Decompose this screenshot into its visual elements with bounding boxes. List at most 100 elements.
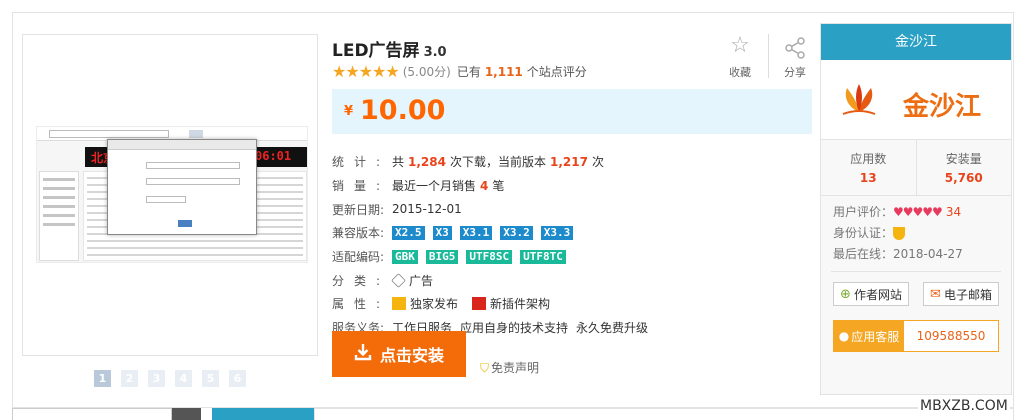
updated-date: 2015-12-01 — [392, 202, 462, 217]
support-label: 应用客服 — [851, 329, 900, 344]
info-row-attributes: 属性: 独家发布 新插件架构 — [332, 292, 648, 316]
rating-prefix: 已有 — [456, 65, 481, 79]
stats-label: 统计: — [332, 155, 391, 170]
verified-shield-icon — [893, 227, 906, 240]
email-label: 电子邮箱 — [943, 287, 992, 302]
stats-prefix: 共 — [392, 155, 405, 170]
category-link[interactable]: 广告 — [409, 272, 433, 289]
developer-name[interactable]: 金沙江 — [821, 24, 1011, 60]
encoding-tag[interactable]: GBK — [392, 249, 418, 264]
attribute-new-architecture: 新插件架构 — [490, 297, 551, 312]
user-rating-count: 34 — [945, 205, 962, 219]
encoding-tag[interactable]: BIG5 — [425, 249, 459, 264]
gallery-thumbnail[interactable]: 6 — [229, 370, 246, 387]
screenshot-dialog — [107, 139, 257, 235]
installs-stat: 安装量 5,760 — [915, 140, 1012, 195]
stats-middle: 次下载，当前版本 — [449, 155, 546, 170]
developer-links: ⊕ 作者网站 ✉ 电子邮箱 — [821, 272, 1011, 314]
install-label: 点击安装 — [379, 346, 444, 365]
gallery-thumbnail[interactable]: 5 — [202, 370, 219, 387]
rating-score: (5.00分) — [402, 65, 451, 79]
author-website-button[interactable]: ⊕ 作者网站 — [833, 282, 909, 306]
mail-icon: ✉ — [930, 286, 941, 302]
rating-suffix: 个站点评分 — [526, 65, 587, 79]
app-info-list: 统计: 共 1,284 次下载，当前版本 1,217 次 销量: 最近一个月销售… — [332, 150, 648, 340]
developer-logo[interactable]: 金沙江 — [821, 60, 1011, 140]
rating-count: 1,111 — [484, 64, 523, 79]
rating-row: ★★★★★ (5.00分) 已有 1,111 个站点评分 — [332, 62, 587, 81]
stats-suffix: 次 — [591, 155, 604, 170]
download-count: 1,284 — [408, 154, 446, 169]
tag-icon — [391, 272, 406, 288]
price-box: ¥ 10.00 — [332, 89, 812, 134]
sales-suffix: 笔 — [492, 179, 505, 194]
sales-prefix: 最近一个月销售 — [392, 179, 477, 194]
star-outline-icon: ☆ — [730, 33, 750, 58]
favorite-button[interactable]: ☆ 收藏 — [720, 32, 760, 80]
disclaimer-label: 免责声明 — [491, 361, 540, 375]
bottom-search-button[interactable] — [172, 408, 201, 420]
gallery-thumbnail[interactable]: 1 — [94, 370, 111, 387]
app-version: 3.0 — [423, 45, 447, 60]
sales-label: 销量: — [332, 179, 391, 194]
gallery-thumbnail[interactable]: 4 — [175, 370, 192, 387]
attributes-label: 属性: — [332, 297, 391, 312]
verify-row: 身份认证： — [833, 223, 999, 244]
gallery-thumbnail[interactable]: 3 — [148, 370, 165, 387]
encoding-tag[interactable]: UTF8TC — [520, 249, 566, 264]
app-support[interactable]: ● 应用客服 109588550 — [833, 320, 999, 352]
app-screenshot[interactable]: 北京 06:01 — [36, 126, 308, 263]
shield-icon: ⛉ — [480, 361, 490, 375]
user-rating-label: 用户评价： — [833, 205, 894, 219]
last-online-date: 2018-04-27 — [893, 247, 963, 261]
lotus-logo-icon — [842, 84, 876, 115]
developer-logo-text: 金沙江 — [903, 92, 982, 122]
compat-tag[interactable]: X3.3 — [540, 225, 574, 240]
bottom-search-input[interactable] — [12, 408, 172, 420]
screenshot-searchbox — [49, 130, 169, 138]
compat-tag[interactable]: X3.2 — [500, 225, 533, 240]
info-row-stats: 统计: 共 1,284 次下载，当前版本 1,217 次 — [332, 150, 648, 174]
compat-tag[interactable]: X2.5 — [392, 225, 425, 240]
installs-label: 安装量 — [945, 152, 982, 166]
compat-label: 兼容版本: — [332, 226, 385, 241]
heart-rating-icon: ♥♥♥♥♥ — [893, 205, 943, 219]
gallery-thumbnail[interactable]: 2 — [121, 370, 138, 387]
installs-count: 5,760 — [944, 171, 983, 185]
bottom-nav-strip — [12, 408, 1014, 420]
share-label: 分享 — [784, 66, 806, 79]
apps-label: 应用数 — [850, 152, 887, 166]
favorite-label: 收藏 — [729, 66, 751, 79]
support-label-box: ● 应用客服 — [834, 321, 904, 351]
developer-stats: 应用数 13 安装量 5,760 — [821, 140, 1011, 196]
price-amount: 10.00 — [360, 95, 446, 126]
install-button[interactable]: 点击安装 — [332, 331, 466, 377]
bottom-tab-active[interactable] — [212, 408, 314, 420]
screenshot-gallery[interactable]: 北京 06:01 — [22, 34, 318, 356]
author-website-label: 作者网站 — [853, 287, 902, 302]
user-rating-row: 用户评价：♥♥♥♥♥ 34 — [833, 202, 999, 223]
email-button[interactable]: ✉ 电子邮箱 — [923, 282, 999, 306]
info-row-compat: 兼容版本: X2.5 X3 X3.1 X3.2 X3.3 — [332, 221, 648, 245]
gallery-thumbnails: 123456 — [94, 370, 246, 387]
price-currency: ¥ — [344, 104, 354, 119]
service-item: 永久免费升级 — [576, 321, 649, 336]
bottom-tab-bar — [314, 408, 1014, 420]
compat-tag[interactable]: X3.1 — [459, 225, 493, 240]
compat-tag[interactable]: X3 — [432, 225, 452, 240]
globe-icon: ⊕ — [840, 286, 851, 302]
info-row-updated: 更新日期: 2015-12-01 — [332, 197, 648, 221]
support-qq-number[interactable]: 109588550 — [904, 321, 998, 351]
star-rating: ★★★★★ — [332, 62, 400, 81]
apps-stat: 应用数 13 — [821, 140, 916, 195]
screenshot-sidebar — [39, 171, 79, 261]
share-button[interactable]: 分享 — [775, 32, 815, 80]
encoding-tag[interactable]: UTF8SC — [466, 249, 513, 264]
disclaimer-link[interactable]: ⛉ 免责声明 — [480, 359, 539, 376]
developer-panel: 金沙江 金沙江 应用数 13 安装量 5,760 用户评价：♥♥♥♥♥ 34 身… — [820, 23, 1012, 395]
info-row-category: 分类: 广告 — [332, 268, 648, 292]
last-online-row: 最后在线：2018-04-27 — [833, 244, 999, 265]
watermark-text: MBXZB.COM — [918, 398, 1010, 414]
verify-label: 身份认证： — [833, 226, 894, 240]
app-title: LED广告屏 3.0 — [332, 36, 447, 61]
